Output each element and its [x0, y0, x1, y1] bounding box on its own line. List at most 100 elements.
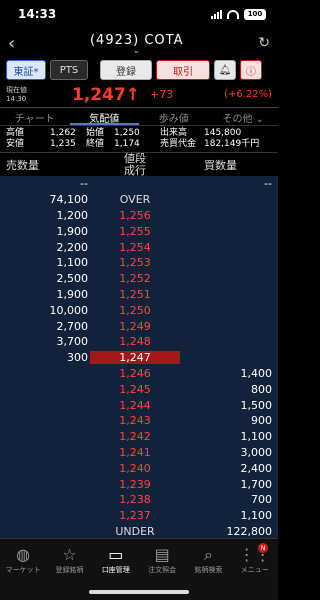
book-row[interactable]: -- --: [0, 176, 278, 192]
bid-quantity: 900: [251, 414, 272, 428]
book-row[interactable]: 1,239 1,700: [0, 476, 278, 492]
price-level: 1,250: [119, 303, 151, 317]
book-row[interactable]: 74,100 OVER: [0, 192, 278, 208]
book-row[interactable]: 1,240 2,400: [0, 460, 278, 476]
nav-menu[interactable]: ⋮⋮ メニュー N: [232, 539, 278, 600]
price-level: 1,251: [119, 287, 151, 301]
book-row[interactable]: 300 1,247: [0, 350, 278, 366]
ask-quantity: 1,900: [56, 224, 89, 238]
nav-market[interactable]: ◍ マーケット: [0, 539, 46, 600]
book-row[interactable]: 1,900 1,251: [0, 287, 278, 303]
nav-label: 登録銘柄: [55, 566, 84, 574]
tab-quote[interactable]: 気配値: [69, 108, 139, 125]
price-level: 1,252: [119, 272, 151, 286]
book-row[interactable]: 1,241 3,000: [0, 445, 278, 461]
book-row[interactable]: 1,244 1,500: [0, 397, 278, 413]
stock-title[interactable]: (4923) COTA ⌄: [90, 33, 184, 55]
wifi-icon: [227, 9, 239, 19]
book-row[interactable]: 1,242 1,100: [0, 429, 278, 445]
bid-quantity: 700: [251, 493, 272, 507]
title-bar: ‹ (4923) COTA ⌄ ↻: [0, 28, 278, 58]
chevron-down-icon: ⌄: [132, 45, 141, 55]
star-icon: ☆: [62, 545, 77, 564]
price-level: 1,238: [119, 493, 151, 507]
ask-quantity: --: [80, 177, 88, 191]
book-row[interactable]: 1,200 1,256: [0, 208, 278, 224]
pts-button[interactable]: PTS: [50, 60, 88, 80]
ask-quantity: 3,700: [56, 335, 89, 349]
price-level: 1,254: [119, 240, 151, 254]
book-row[interactable]: 1,243 900: [0, 413, 278, 429]
bid-column-header: 買数量: [204, 159, 237, 172]
book-row[interactable]: 1,245 800: [0, 381, 278, 397]
price-level: 1,237: [119, 509, 151, 523]
book-row[interactable]: 3,700 1,248: [0, 334, 278, 350]
nav-search[interactable]: ⌕ 銘柄検索: [185, 539, 231, 600]
book-row[interactable]: 10,000 1,250: [0, 302, 278, 318]
turnover-label: 売買代金: [160, 139, 197, 149]
price-time-block: 現在値 14:30: [6, 86, 72, 104]
open-value: 1,250: [114, 128, 140, 138]
nav-watchlist[interactable]: ☆ 登録銘柄: [46, 539, 92, 600]
tab-other[interactable]: その他 ⌄: [209, 108, 279, 125]
order-book[interactable]: -- -- 74,100 OVER 1,200 1,256 1,900 1,255 2,200 1…: [0, 176, 278, 538]
book-row[interactable]: 2,500 1,252: [0, 271, 278, 287]
price-row: 現在値 14:30 1,247↑ +73 (+6.22%): [0, 82, 278, 108]
ask-quantity: 1,200: [56, 208, 89, 222]
market-button[interactable]: 東証*: [6, 60, 46, 80]
register-button[interactable]: 登録: [100, 60, 152, 80]
trade-button[interactable]: 取引: [156, 60, 210, 80]
price-level: 1,256: [119, 208, 151, 222]
status-bar: 14:33 100: [0, 0, 278, 28]
price-level: 1,248: [119, 335, 151, 349]
ask-quantity: 1,900: [56, 287, 89, 301]
price-level: 1,246: [119, 366, 151, 380]
bid-quantity: --: [264, 177, 272, 191]
ask-quantity: 74,100: [49, 193, 89, 207]
bid-quantity: 1,100: [240, 509, 273, 523]
price-label: 現在値: [6, 85, 27, 94]
turnover-value: 182,149千円: [204, 139, 260, 149]
price-level: UNDER: [115, 524, 155, 538]
home-indicator: [89, 590, 189, 594]
bottom-nav: ◍ マーケット ☆ 登録銘柄 ▭ 口座管理 ▤ 注文照会 ⌕ 銘柄検索 ⋮⋮ メニュー N: [0, 538, 278, 600]
grid-icon: ⋮⋮: [238, 545, 271, 564]
back-icon[interactable]: ‹: [8, 33, 15, 54]
book-row[interactable]: 2,200 1,254: [0, 239, 278, 255]
bid-quantity: 800: [251, 382, 272, 396]
open-label: 始値: [86, 128, 105, 138]
book-row[interactable]: 1,100 1,253: [0, 255, 278, 271]
refresh-icon[interactable]: ↻: [258, 35, 270, 51]
stats-row: 高値 1,262 始値 1,250 出来高 145,800: [6, 128, 272, 139]
nav-label: 口座管理: [101, 566, 130, 574]
up-arrow-icon: ↑: [125, 84, 141, 105]
search-icon: ⌕: [203, 545, 213, 564]
book-row[interactable]: 1,238 700: [0, 492, 278, 508]
bid-quantity: 122,800: [226, 524, 273, 538]
status-icons: 100: [211, 8, 266, 20]
nav-label: 銘柄検索: [194, 566, 223, 574]
book-row[interactable]: 1,246 1,400: [0, 366, 278, 382]
bid-quantity: 3,000: [240, 445, 273, 459]
volume-value: 145,800: [204, 128, 242, 138]
book-row[interactable]: 2,700 1,249: [0, 318, 278, 334]
price-level: 1,239: [119, 477, 151, 491]
price-level: 1,240: [119, 461, 151, 475]
low-label: 安値: [6, 139, 25, 149]
tab-chart[interactable]: チャート: [0, 108, 70, 125]
book-row[interactable]: 1,900 1,255: [0, 223, 278, 239]
battery-icon: 100: [244, 8, 266, 20]
book-row[interactable]: UNDER 122,800: [0, 524, 278, 538]
book-header: 売数量 値段 成行 買数量: [0, 152, 278, 178]
bid-quantity: 1,100: [240, 430, 273, 444]
info-icon[interactable]: ⓘ: [240, 60, 262, 80]
tab-trades[interactable]: 歩み値: [139, 108, 209, 125]
wallet-icon: ▭: [108, 545, 124, 564]
stats-panel: 高値 1,262 始値 1,250 出来高 145,800 安値 1,235 終…: [0, 126, 278, 152]
action-buttons: 東証* PTS 登録 取引 🔔︎ ⓘ: [0, 58, 278, 82]
stats-row: 安値 1,235 終値 1,174 売買代金 182,149千円: [6, 139, 272, 150]
book-row[interactable]: 1,237 1,100: [0, 508, 278, 524]
ask-quantity: 10,000: [49, 303, 89, 317]
bell-icon[interactable]: 🔔︎: [214, 60, 236, 80]
price-level: 1,249: [119, 319, 151, 333]
